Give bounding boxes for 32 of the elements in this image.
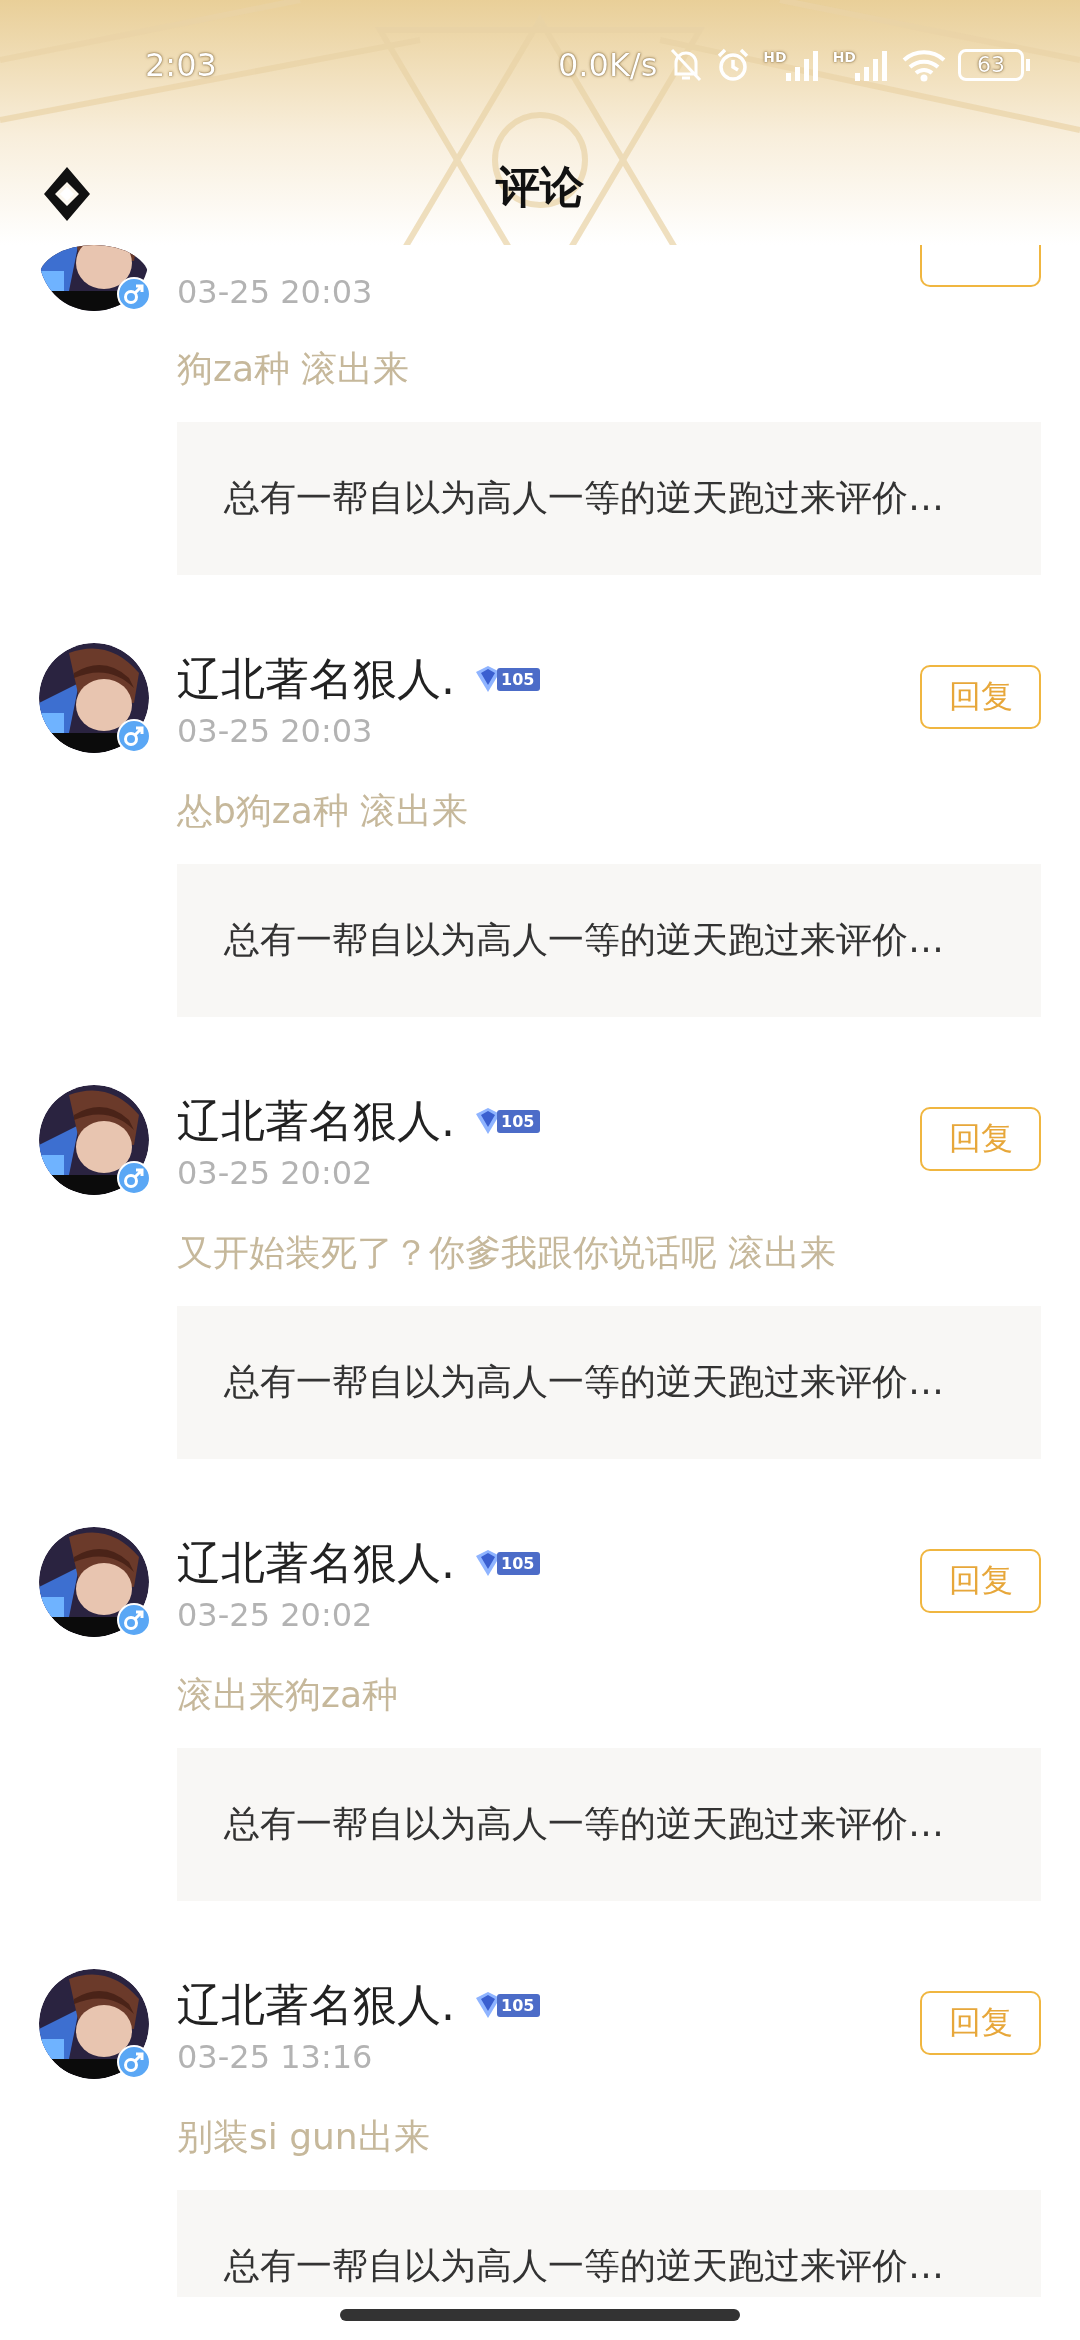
clock: 2:03	[145, 46, 217, 84]
male-icon	[117, 719, 151, 753]
male-icon	[117, 1603, 151, 1637]
quoted-post[interactable]: 总有一帮自以为高人一等的逆天跑过来评价…	[177, 1748, 1041, 1901]
comment-text: 狗za种 滚出来	[177, 347, 411, 391]
home-indicator[interactable]	[340, 2309, 740, 2321]
back-icon[interactable]	[44, 167, 90, 221]
bell-off-icon	[669, 47, 704, 83]
wifi-icon	[902, 48, 946, 82]
comment-date: 03-25 20:03	[177, 711, 374, 752]
male-icon	[117, 277, 151, 311]
comment-date: 03-25 20:02	[177, 1595, 374, 1636]
comment-text: 又开始装死了？你爹我跟你说话呢 滚出来	[177, 1231, 838, 1275]
comment-text: 滚出来狗za种	[177, 1673, 399, 1717]
male-icon	[117, 1161, 151, 1195]
quoted-post[interactable]: 总有一帮自以为高人一等的逆天跑过来评价…	[177, 2190, 1041, 2297]
user-name[interactable]: 辽北著名狠人.	[177, 649, 455, 709]
comment-date: 03-25 20:02	[177, 1153, 374, 1194]
comment-date: 03-25 13:16	[177, 2037, 374, 2078]
comment-text: 怂b狗za种 滚出来	[177, 789, 470, 833]
male-icon	[117, 2045, 151, 2079]
comment-date: 03-25 20:03	[177, 272, 374, 313]
user-name[interactable]: 辽北著名狠人.	[177, 1533, 455, 1593]
network-speed: 0.0K/s	[558, 46, 658, 84]
quoted-post[interactable]: 总有一帮自以为高人一等的逆天跑过来评价…	[177, 1306, 1041, 1459]
user-name[interactable]: 辽北著名狠人.	[177, 1975, 455, 2035]
user-name[interactable]: 辽北著名狠人.	[177, 1091, 455, 1151]
comment-text: 别装si gun出来	[177, 2115, 431, 2159]
reply-button[interactable]	[920, 245, 1041, 287]
quoted-post[interactable]: 总有一帮自以为高人一等的逆天跑过来评价…	[177, 422, 1041, 575]
page-title: 评论	[496, 160, 584, 214]
quoted-post[interactable]: 总有一帮自以为高人一等的逆天跑过来评价…	[177, 864, 1041, 1017]
